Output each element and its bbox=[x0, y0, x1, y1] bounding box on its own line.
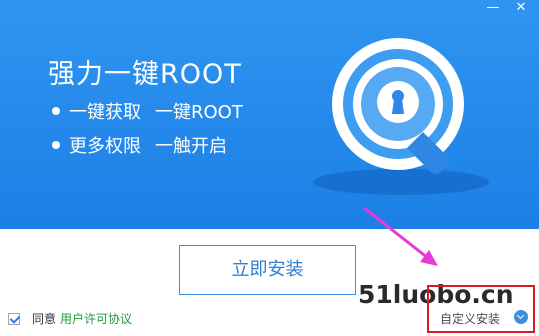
magnifier-keyhole-icon bbox=[313, 38, 489, 195]
bullet-dot-icon bbox=[52, 141, 60, 149]
agree-checkbox[interactable] bbox=[8, 313, 20, 325]
feature-2-left: 更多权限 bbox=[69, 136, 141, 157]
highlight-box bbox=[427, 285, 535, 333]
install-button[interactable]: 立即安装 bbox=[179, 245, 356, 295]
license-agreement-link[interactable]: 用户许可协议 bbox=[60, 312, 132, 326]
header-banner: — ✕ 强力一键ROOT 一键获取 一键ROOT 更多权限 一触开启 bbox=[0, 0, 539, 229]
bullet-dot-icon bbox=[52, 107, 60, 115]
feature-1-left: 一键获取 bbox=[69, 102, 141, 123]
agreement-row: 同意 用户许可协议 bbox=[8, 310, 132, 328]
headline: 强力一键ROOT bbox=[48, 59, 242, 90]
feature-line-2: 更多权限 一触开启 bbox=[52, 132, 227, 158]
minimize-button[interactable]: — bbox=[482, 0, 504, 18]
feature-line-1: 一键获取 一键ROOT bbox=[52, 98, 243, 124]
feature-2-right: 一触开启 bbox=[155, 136, 227, 157]
close-button[interactable]: ✕ bbox=[510, 0, 532, 18]
agree-label: 同意 bbox=[32, 312, 57, 326]
feature-1-right: 一键ROOT bbox=[155, 102, 243, 123]
